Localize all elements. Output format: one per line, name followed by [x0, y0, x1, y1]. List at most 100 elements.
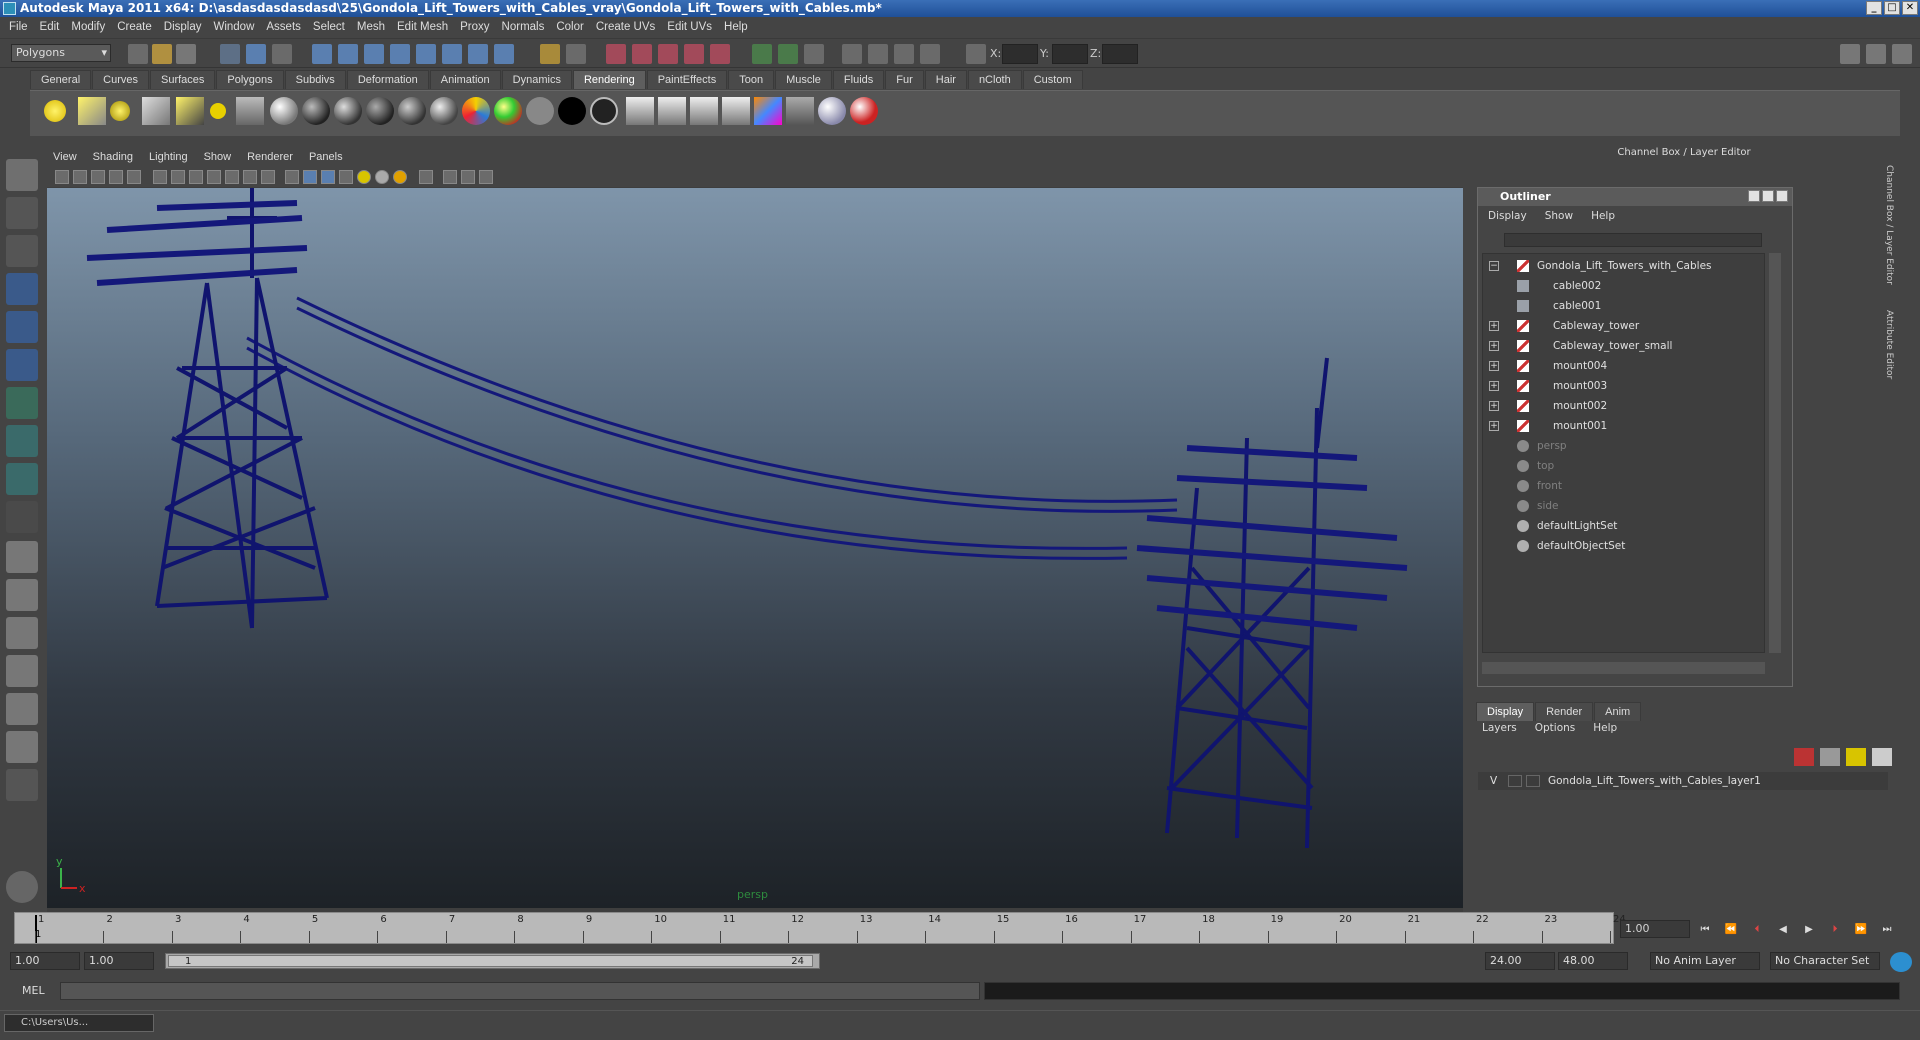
outliner-item[interactable]: + mount004 [1483, 356, 1766, 376]
render-frame-icon[interactable] [842, 44, 862, 64]
ambient-light-icon[interactable] [44, 100, 66, 122]
menu-edit-uvs[interactable]: Edit UVs [662, 21, 719, 33]
bookmarks-icon[interactable] [91, 170, 105, 184]
outliner-menu-show[interactable]: Show [1545, 207, 1573, 225]
menu-display[interactable]: Display [159, 21, 209, 33]
hypershade-icon[interactable] [920, 44, 940, 64]
ramp-shader-icon[interactable] [462, 97, 490, 125]
select-hierarchy-icon[interactable] [220, 44, 240, 64]
outliner-expand-toggle[interactable]: − [1489, 261, 1499, 271]
menu-color[interactable]: Color [551, 21, 590, 33]
shelf-tab-animation[interactable]: Animation [429, 70, 501, 89]
output-ops-icon[interactable] [778, 44, 798, 64]
blank-shader-icon[interactable] [590, 97, 618, 125]
persp-outliner-layout-icon[interactable] [6, 617, 38, 649]
menu-help[interactable]: Help [719, 21, 755, 33]
camera-icon[interactable] [236, 97, 264, 125]
lock-selection-icon[interactable] [540, 44, 560, 64]
side-tab-channel-box[interactable]: Channel Box / Layer Editor [1884, 165, 1894, 295]
outliner-item[interactable]: cable002 [1483, 276, 1766, 296]
current-time-field[interactable]: 1.00 [1620, 920, 1690, 938]
outliner-item[interactable]: + mount003 [1483, 376, 1766, 396]
outliner-expand-toggle[interactable]: + [1489, 381, 1499, 391]
save-scene-icon[interactable] [176, 44, 196, 64]
outliner-vertical-scrollbar[interactable] [1769, 253, 1781, 653]
maximize-button[interactable]: □ [1884, 1, 1900, 15]
character-set-select[interactable]: No Character Set [1770, 952, 1880, 970]
xray-joints-icon[interactable] [461, 170, 475, 184]
snap-view-plane-icon[interactable] [684, 44, 704, 64]
step-forward-key-button[interactable]: ⏩ [1852, 922, 1870, 938]
outliner-expand-toggle[interactable]: + [1489, 321, 1499, 331]
wireframe-icon[interactable] [285, 170, 299, 184]
anisotropic-shader-icon[interactable] [270, 97, 298, 125]
menu-normals[interactable]: Normals [497, 21, 552, 33]
shadows-icon[interactable] [375, 170, 389, 184]
shelf-tab-deformation[interactable]: Deformation [346, 70, 429, 89]
show-manipulator-icon[interactable] [6, 463, 38, 495]
outliner-item[interactable]: + Cableway_tower [1483, 316, 1766, 336]
smooth-shade-icon[interactable] [303, 170, 317, 184]
layer-move-up-icon[interactable] [1794, 748, 1814, 766]
gate-mask-icon[interactable] [207, 170, 221, 184]
phonge-shader-icon[interactable] [398, 97, 426, 125]
outliner-item[interactable]: − Gondola_Lift_Towers_with_Cables [1483, 256, 1766, 276]
render-settings-icon[interactable] [894, 44, 914, 64]
shelf-tab-hair[interactable]: Hair [924, 70, 967, 89]
render-mask-icon[interactable] [442, 44, 462, 64]
assign-material-icon[interactable] [818, 97, 846, 125]
end-time-field[interactable]: 48.00 [1558, 952, 1628, 970]
mel-command-input[interactable] [60, 982, 980, 1000]
move-tool-icon[interactable] [6, 273, 38, 305]
outliner-expand-toggle[interactable]: + [1489, 401, 1499, 411]
render-view-icon[interactable] [626, 97, 654, 125]
close-button[interactable]: ✕ [1902, 1, 1918, 15]
viewport-menu-lighting[interactable]: Lighting [149, 151, 188, 163]
two-d-pan-zoom-icon[interactable] [127, 170, 141, 184]
shelf-tab-subdivs[interactable]: Subdivs [284, 70, 346, 89]
directional-light-icon[interactable] [78, 97, 106, 125]
toggle-tool-settings-icon[interactable] [1866, 44, 1886, 64]
select-component-icon[interactable] [272, 44, 292, 64]
outliner-expand-toggle[interactable]: + [1489, 341, 1499, 351]
question-mask-icon[interactable] [494, 44, 514, 64]
shelf-tab-general[interactable]: General [30, 70, 92, 89]
outliner-item[interactable]: side [1483, 496, 1766, 516]
viewport-menu-panels[interactable]: Panels [309, 151, 343, 163]
outliner-item[interactable]: defaultLightSet [1483, 516, 1766, 536]
phong-shader-icon[interactable] [366, 97, 394, 125]
deform-mask-icon[interactable] [390, 44, 410, 64]
film-gate-icon[interactable] [171, 170, 185, 184]
minimize-button[interactable]: _ [1866, 1, 1882, 15]
layer-menu-layers[interactable]: Layers [1482, 722, 1517, 740]
textured-icon[interactable] [339, 170, 353, 184]
open-scene-icon[interactable] [152, 44, 172, 64]
layer-menu-options[interactable]: Options [1535, 722, 1576, 740]
shelf-tab-custom[interactable]: Custom [1022, 70, 1083, 89]
shelf-tab-fur[interactable]: Fur [885, 70, 924, 89]
menu-create-uvs[interactable]: Create UVs [591, 21, 662, 33]
step-back-frame-button[interactable]: ⏴ [1748, 922, 1766, 938]
outliner-item[interactable]: defaultObjectSet [1483, 536, 1766, 556]
start-time-field[interactable]: 1.00 [10, 952, 80, 970]
blinn-shader-icon[interactable] [302, 97, 330, 125]
outliner-item[interactable]: cable001 [1483, 296, 1766, 316]
shelf-tab-muscle[interactable]: Muscle [775, 70, 832, 89]
outliner-close-button[interactable] [1776, 190, 1788, 202]
lasso-tool-icon[interactable] [6, 197, 38, 229]
volume-light-icon[interactable] [210, 103, 226, 119]
outliner-item[interactable]: + mount002 [1483, 396, 1766, 416]
persp-graph-hypershade-layout-icon[interactable] [6, 731, 38, 763]
go-to-start-button[interactable]: ⏮ [1696, 922, 1714, 938]
pick-mask-icon[interactable] [312, 44, 332, 64]
x-field[interactable] [1002, 44, 1038, 64]
camera-attributes-icon[interactable] [73, 170, 87, 184]
paint-texture-icon[interactable] [850, 97, 878, 125]
minimized-script-editor[interactable]: C:\Users\Us... [4, 1014, 154, 1032]
point-light-icon[interactable] [110, 101, 130, 121]
shelf-tab-fluids[interactable]: Fluids [832, 70, 885, 89]
texture-editor-icon[interactable] [786, 97, 814, 125]
shelf-tab-ncloth[interactable]: nCloth [967, 70, 1022, 89]
menu-modify[interactable]: Modify [66, 21, 112, 33]
outliner-item[interactable]: top [1483, 456, 1766, 476]
